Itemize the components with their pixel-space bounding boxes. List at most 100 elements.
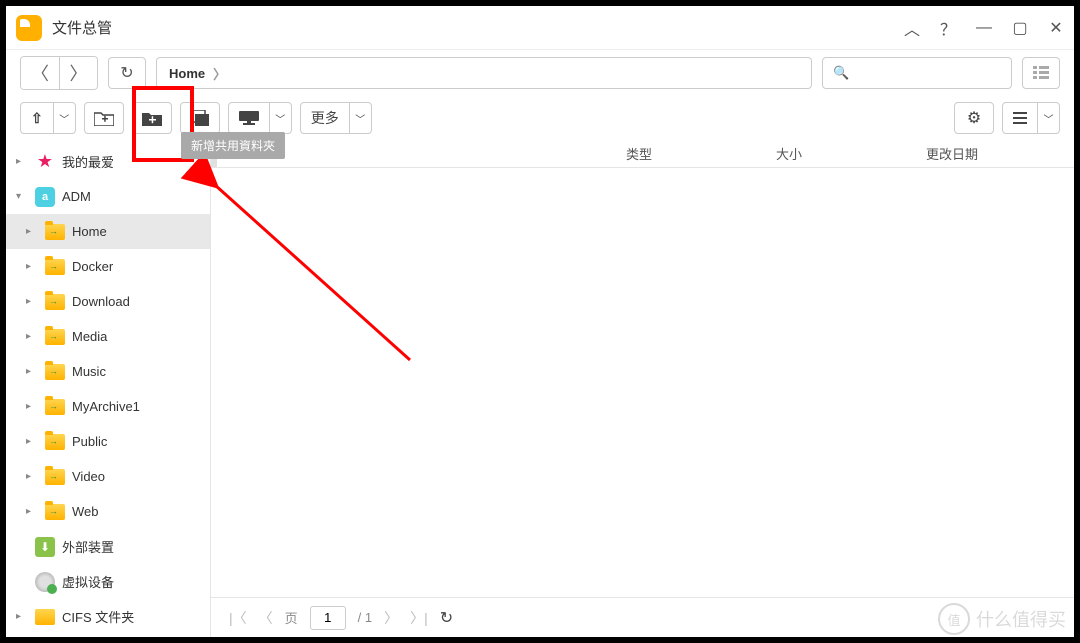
adm-icon: a: [35, 187, 55, 207]
app-icon: [16, 15, 42, 41]
folder-icon: [35, 609, 55, 625]
sidebar-folder-web[interactable]: ▸ Web: [6, 494, 210, 529]
help-icon[interactable]: ？: [940, 20, 956, 36]
sidebar-favorites[interactable]: ▸ ★ 我的最爱: [6, 144, 210, 179]
folder-icon: [45, 329, 65, 345]
file-list: [211, 168, 1074, 597]
tree-label: Public: [72, 434, 107, 449]
sidebar-virtual[interactable]: 虚拟设备: [6, 564, 210, 599]
tree-label: Web: [72, 504, 99, 519]
tree-label: 我的最爱: [62, 152, 114, 171]
tree-label: CIFS 文件夹: [62, 607, 134, 626]
tree-label: MyArchive1: [72, 399, 140, 414]
caret-right-icon: ▸: [16, 611, 28, 622]
first-page-button[interactable]: |〈: [229, 608, 247, 628]
forward-button[interactable]: 〉: [59, 57, 97, 89]
folder-icon: [45, 224, 65, 240]
tree-label: Home: [72, 224, 107, 239]
view-toggle-button[interactable]: [1022, 57, 1060, 89]
refresh-page-button[interactable]: ↻: [440, 608, 453, 628]
upload-button[interactable]: ⇧ ﹀: [20, 102, 76, 134]
caret-right-icon: ▸: [26, 436, 38, 447]
sidebar-folder-music[interactable]: ▸ Music: [6, 354, 210, 389]
caret-right-icon: ▸: [26, 401, 38, 412]
tooltip: 新增共用資料夾: [181, 132, 285, 159]
sidebar-cifs[interactable]: ▸ CIFS 文件夹: [6, 599, 210, 634]
column-type[interactable]: 类型: [614, 144, 764, 163]
folder-icon: [45, 434, 65, 450]
breadcrumb[interactable]: Home 〉: [156, 57, 812, 89]
sidebar-folder-home[interactable]: ▸ Home: [6, 214, 210, 249]
more-label: 更多: [301, 103, 349, 133]
page-total: / 1: [358, 610, 372, 625]
caret-right-icon: ▸: [26, 506, 38, 517]
maximize-button[interactable]: ▢: [1012, 20, 1028, 36]
caret-right-icon: ▸: [26, 331, 38, 342]
page-input[interactable]: [310, 606, 346, 630]
virtual-device-icon: [35, 572, 55, 592]
chevron-down-icon[interactable]: ﹀: [53, 103, 75, 133]
caret-down-icon: ▾: [16, 191, 28, 202]
caret-right-icon: ▸: [26, 226, 38, 237]
network-button[interactable]: ﹀: [228, 102, 292, 134]
sidebar-folder-download[interactable]: ▸ Download: [6, 284, 210, 319]
refresh-button[interactable]: ↻: [108, 57, 146, 89]
minimize-button[interactable]: —: [976, 20, 992, 36]
sidebar-folder-media[interactable]: ▸ Media: [6, 319, 210, 354]
tree-label: Video: [72, 469, 105, 484]
search-input[interactable]: 🔍: [822, 57, 1012, 89]
more-button[interactable]: 更多 ﹀: [300, 102, 372, 134]
folder-icon: [45, 294, 65, 310]
caret-right-icon: ▸: [26, 471, 38, 482]
column-date[interactable]: 更改日期: [914, 144, 1074, 163]
sidebar-external[interactable]: ⬇ 外部装置: [6, 529, 210, 564]
caret-right-icon: ▸: [26, 261, 38, 272]
new-shared-folder-button[interactable]: [132, 102, 172, 134]
chevron-down-icon[interactable]: ﹀: [1037, 103, 1059, 133]
sidebar-folder-public[interactable]: ▸ Public: [6, 424, 210, 459]
tree-label: Download: [72, 294, 130, 309]
pagination: |〈 〈 页 / 1 〉 〉| ↻: [211, 597, 1074, 637]
tree-label: Music: [72, 364, 106, 379]
sidebar-folder-myarchive1[interactable]: ▸ MyArchive1: [6, 389, 210, 424]
star-icon: ★: [34, 152, 56, 172]
chevron-down-icon[interactable]: ﹀: [349, 103, 371, 133]
sidebar-folder-docker[interactable]: ▸ Docker: [6, 249, 210, 284]
tree-label: Media: [72, 329, 107, 344]
select-all-button[interactable]: [180, 102, 220, 134]
chevron-right-icon: 〉: [213, 64, 226, 83]
search-icon: 🔍: [833, 65, 849, 81]
close-button[interactable]: ✕: [1048, 20, 1064, 36]
new-folder-button[interactable]: [84, 102, 124, 134]
next-page-button[interactable]: 〉: [384, 608, 398, 628]
column-size[interactable]: 大小: [764, 144, 914, 163]
page-label: 页: [285, 608, 298, 627]
sidebar: ▸ ★ 我的最爱 ▾ a ADM ▸ Home ▸ Docker ▸: [6, 140, 211, 637]
folder-icon: [45, 399, 65, 415]
settings-button[interactable]: ⚙: [954, 102, 994, 134]
caret-right-icon: ▸: [26, 296, 38, 307]
tree-label: 虚拟设备: [62, 572, 114, 591]
breadcrumb-item: Home: [169, 66, 205, 81]
folder-icon: [45, 504, 65, 520]
gear-icon: ⚙: [967, 108, 981, 128]
upload-icon: ⇧: [31, 110, 43, 127]
sidebar-adm[interactable]: ▾ a ADM: [6, 179, 210, 214]
last-page-button[interactable]: 〉|: [410, 608, 428, 628]
caret-right-icon: ▸: [26, 366, 38, 377]
list-view-button[interactable]: ﹀: [1002, 102, 1060, 134]
tree-label: Docker: [72, 259, 113, 274]
sidebar-folder-video[interactable]: ▸ Video: [6, 459, 210, 494]
back-button[interactable]: 〈: [21, 57, 59, 89]
folder-icon: [45, 364, 65, 380]
window-title: 文件总管: [52, 17, 904, 38]
tree-label: 外部装置: [62, 537, 114, 556]
prev-page-button[interactable]: 〈: [259, 608, 273, 628]
tree-label: ADM: [62, 189, 91, 204]
folder-icon: [45, 259, 65, 275]
caret-right-icon: ▸: [16, 156, 28, 167]
external-device-icon: ⬇: [35, 537, 55, 557]
chevron-up-icon[interactable]: ︿: [904, 20, 920, 36]
chevron-down-icon[interactable]: ﹀: [269, 103, 291, 133]
folder-icon: [45, 469, 65, 485]
